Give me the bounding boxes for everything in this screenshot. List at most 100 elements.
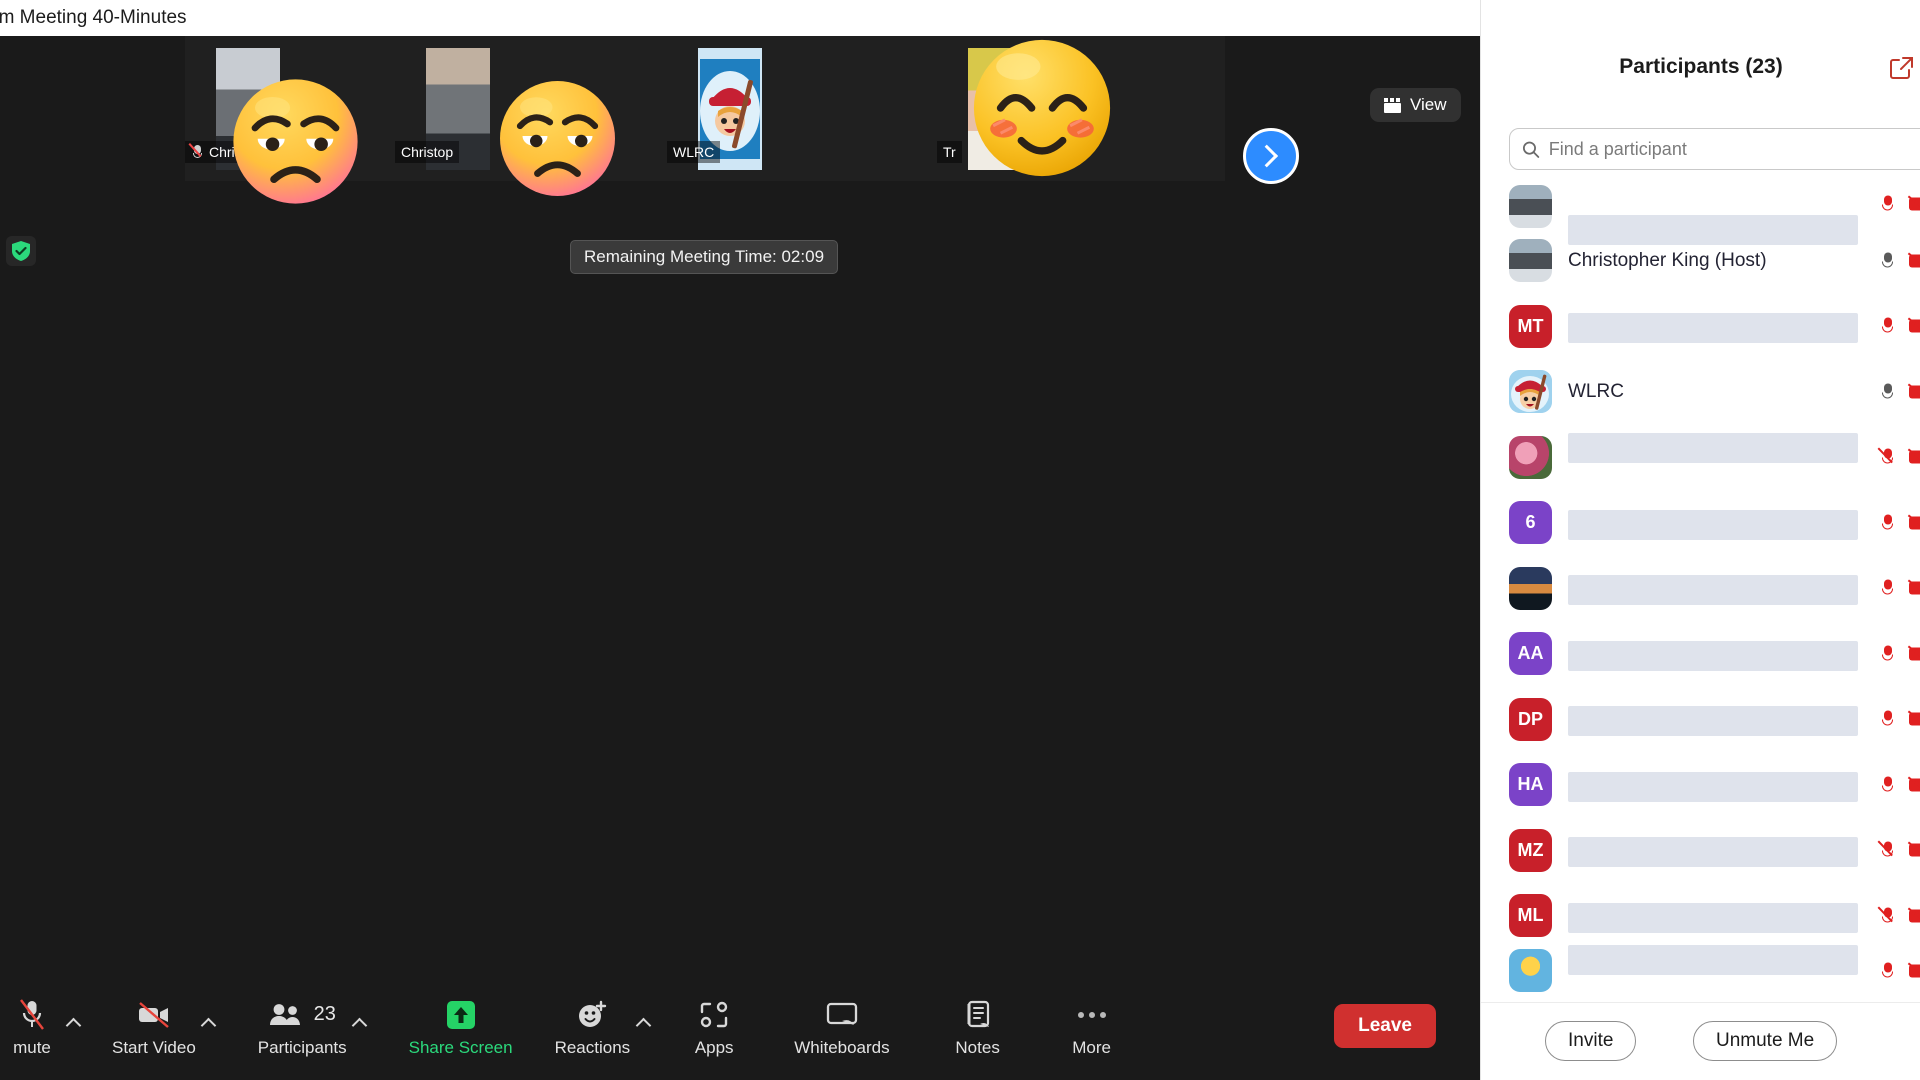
participant-search-box[interactable] (1509, 128, 1920, 170)
unmute-me-button[interactable]: Unmute Me (1693, 1021, 1837, 1061)
mic-icon[interactable] (1880, 513, 1895, 532)
mic-icon[interactable] (1880, 317, 1895, 336)
list-item[interactable] (1481, 180, 1920, 228)
invite-button[interactable]: Invite (1545, 1021, 1636, 1061)
participant-name: WLRC (1568, 381, 1920, 403)
camera-off-icon (137, 995, 171, 1035)
camera-off-icon[interactable] (1909, 253, 1920, 268)
avatar: ML (1509, 894, 1552, 937)
notes-label: Notes (955, 1038, 999, 1058)
camera-off-icon[interactable] (1909, 581, 1920, 596)
mic-icon[interactable] (1880, 448, 1895, 467)
mic-icon[interactable] (1880, 775, 1895, 794)
list-item[interactable]: AA (1481, 621, 1920, 687)
next-page-arrow-icon[interactable] (1243, 128, 1299, 184)
participants-panel-header: Participants (23) (1481, 36, 1920, 98)
remaining-meeting-time: Remaining Meeting Time: 02:09 (570, 240, 838, 274)
camera-off-icon[interactable] (1909, 646, 1920, 661)
reactions-button[interactable]: Reactions (555, 995, 631, 1058)
reactions-options-caret-icon[interactable] (630, 1006, 656, 1046)
participants-button[interactable]: 23 Participants (258, 995, 347, 1058)
participant-status-icons (1880, 961, 1920, 980)
leave-button[interactable]: Leave (1334, 1004, 1436, 1048)
list-item[interactable]: 6 (1481, 490, 1920, 556)
pop-out-icon[interactable] (1889, 56, 1915, 82)
mic-icon[interactable] (1880, 710, 1895, 729)
mic-icon[interactable] (1880, 195, 1895, 214)
list-item[interactable]: DP (1481, 687, 1920, 753)
participant-status-icons (1880, 317, 1920, 336)
mic-icon[interactable] (1880, 841, 1895, 860)
audio-options-caret-icon[interactable] (60, 1006, 86, 1046)
list-item[interactable]: Christopher King (Host) (1481, 228, 1920, 294)
redacted-name (1568, 945, 1858, 975)
notes-button[interactable]: Notes (950, 995, 1006, 1058)
participants-count-badge: 23 (314, 1003, 336, 1026)
avatar: HA (1509, 763, 1552, 806)
window-title: om Meeting 40-Minutes (0, 7, 187, 29)
participant-status-icons (1880, 906, 1920, 925)
mic-icon[interactable] (1880, 579, 1895, 598)
apps-button[interactable]: Apps (686, 995, 742, 1058)
start-video-button[interactable]: Start Video (112, 995, 196, 1058)
mic-icon[interactable] (1880, 382, 1895, 401)
firefighter-avatar-icon (1509, 370, 1552, 413)
camera-off-icon[interactable] (1909, 908, 1920, 923)
participant-status-icons (1880, 775, 1920, 794)
grid-view-icon (1384, 98, 1401, 113)
list-item[interactable]: . (1481, 425, 1920, 491)
redacted-name (1568, 575, 1858, 605)
participant-name: Christopher King (Host) (1568, 250, 1920, 272)
camera-off-icon[interactable] (1909, 515, 1920, 530)
reaction-smiling-blush-face (968, 34, 1116, 182)
participants-panel: Participants (23) Ch (1480, 0, 1920, 1080)
avatar-initials: 6 (1525, 512, 1535, 533)
apps-label: Apps (695, 1038, 734, 1058)
mic-icon[interactable] (1880, 251, 1895, 270)
avatar-initials: MT (1518, 316, 1544, 337)
camera-off-icon[interactable] (1909, 963, 1920, 978)
mic-icon[interactable] (1880, 961, 1895, 980)
camera-off-icon[interactable] (1909, 777, 1920, 792)
camera-off-icon[interactable] (1909, 319, 1920, 334)
mic-icon[interactable] (1880, 906, 1895, 925)
video-options-caret-icon[interactable] (196, 1006, 222, 1046)
mic-icon[interactable] (1880, 644, 1895, 663)
avatar (1509, 436, 1552, 479)
video-tile[interactable]: WLRC (667, 36, 793, 181)
meeting-toolbar: mute Start Video (0, 972, 1480, 1080)
camera-off-icon[interactable] (1909, 712, 1920, 727)
list-item[interactable] (1481, 556, 1920, 622)
meeting-stage: Christopher King Christop (0, 36, 1480, 1080)
notes-icon (964, 995, 992, 1035)
participants-options-caret-icon[interactable] (347, 1006, 373, 1046)
tile-participant-name: Christop (401, 144, 453, 160)
participants-list[interactable]: Christopher King (Host) MT (1481, 180, 1920, 1000)
avatar-initials: ML (1518, 905, 1544, 926)
participants-icon: 23 (269, 995, 336, 1035)
camera-off-icon[interactable] (1909, 384, 1920, 399)
camera-off-icon[interactable] (1909, 450, 1920, 465)
list-item[interactable]: HA (1481, 752, 1920, 818)
camera-off-icon[interactable] (1909, 843, 1920, 858)
list-item[interactable]: MT (1481, 294, 1920, 360)
whiteboards-button[interactable]: Whiteboards (794, 995, 889, 1058)
encryption-shield-icon[interactable] (6, 236, 36, 266)
avatar: MT (1509, 305, 1552, 348)
list-item[interactable] (1481, 949, 1920, 989)
search-input[interactable] (1549, 139, 1920, 160)
mute-button[interactable]: mute (4, 995, 60, 1058)
list-item[interactable]: MZ (1481, 818, 1920, 884)
list-item[interactable]: WLRC (1481, 359, 1920, 425)
participant-status-icons (1880, 195, 1920, 214)
mic-muted-icon (191, 144, 204, 160)
redacted-name (1568, 313, 1858, 343)
share-screen-button[interactable]: Share Screen (409, 995, 513, 1058)
participant-status-icons (1880, 382, 1920, 401)
mute-button-label: mute (13, 1038, 51, 1058)
participant-status-icons (1880, 579, 1920, 598)
list-item[interactable]: ML (1481, 883, 1920, 949)
camera-off-icon[interactable] (1909, 197, 1920, 212)
more-button[interactable]: More (1064, 995, 1120, 1058)
view-button[interactable]: View (1370, 88, 1461, 122)
